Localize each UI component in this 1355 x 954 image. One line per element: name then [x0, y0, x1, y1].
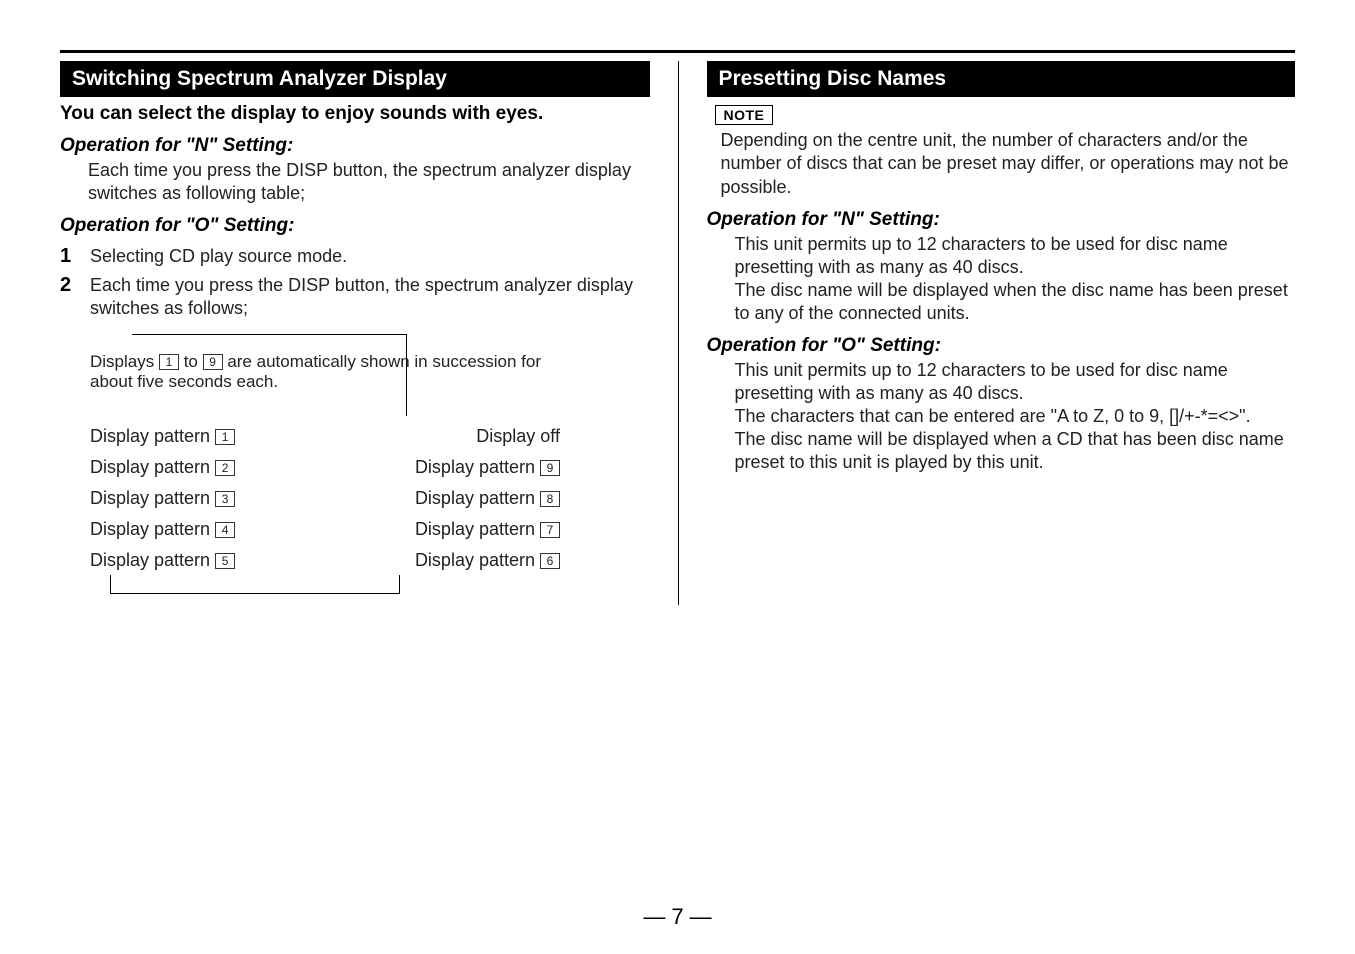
flow-cell-right: Display pattern 9	[415, 457, 560, 478]
flow-intro-pre: Displays	[90, 352, 159, 371]
flow-cell-right: Display pattern 8	[415, 488, 560, 509]
step-number: 2	[60, 274, 76, 297]
left-op-n-body: Each time you press the DISP button, the…	[88, 159, 650, 205]
boxed-number: 9	[540, 460, 560, 476]
boxed-number: 8	[540, 491, 560, 507]
step: 1 Selecting CD play source mode.	[60, 245, 650, 268]
boxed-number: 9	[203, 354, 223, 370]
flow-label: Display pattern	[90, 426, 215, 446]
flow-cell-left: Display pattern 4	[90, 519, 235, 540]
flow-cell-left: Display pattern 1	[90, 426, 235, 447]
right-op-n-heading: Operation for "N" Setting:	[707, 209, 1296, 231]
dash-icon: —	[637, 904, 671, 929]
flow-intro-wrap: Displays 1 to 9 are automatically shown …	[90, 338, 560, 416]
flow-label: Display pattern	[415, 457, 540, 477]
flow-label: Display pattern	[415, 550, 540, 570]
right-section-title: Presetting Disc Names	[707, 61, 1296, 97]
flow-label: Display pattern	[415, 519, 540, 539]
flow-diagram: Displays 1 to 9 are automatically shown …	[90, 338, 560, 605]
flow-row: Display pattern 5 Display pattern 6	[90, 550, 560, 571]
flow-label: Display pattern	[90, 519, 215, 539]
flow-label: Display pattern	[415, 488, 540, 508]
flow-cell-right: Display pattern 6	[415, 550, 560, 571]
left-op-o-heading: Operation for "O" Setting:	[60, 215, 650, 237]
boxed-number: 5	[215, 553, 235, 569]
flow-cell-left: Display pattern 2	[90, 457, 235, 478]
left-column: Switching Spectrum Analyzer Display You …	[60, 61, 678, 605]
flow-cell-left: Display pattern 5	[90, 550, 235, 571]
left-lead: You can select the display to enjoy soun…	[60, 103, 650, 125]
flow-cell-right: Display pattern 7	[415, 519, 560, 540]
flow-row: Display pattern 4 Display pattern 7	[90, 519, 560, 540]
flow-intro: Displays 1 to 9 are automatically shown …	[90, 352, 560, 392]
right-op-o-heading: Operation for "O" Setting:	[707, 335, 1296, 357]
step: 2 Each time you press the DISP button, t…	[60, 274, 650, 320]
columns: Switching Spectrum Analyzer Display You …	[60, 61, 1295, 605]
flow-label: Display pattern	[90, 550, 215, 570]
boxed-number: 2	[215, 460, 235, 476]
flow-row: Display pattern 3 Display pattern 8	[90, 488, 560, 509]
boxed-number: 1	[159, 354, 179, 370]
right-column: Presetting Disc Names NOTE Depending on …	[678, 61, 1296, 605]
dash-icon: —	[684, 904, 718, 929]
step-text: Each time you press the DISP button, the…	[90, 274, 650, 320]
step-text: Selecting CD play source mode.	[90, 245, 347, 268]
boxed-number: 6	[540, 553, 560, 569]
flow-cell-right: Display off	[476, 426, 560, 447]
left-section-title: Switching Spectrum Analyzer Display	[60, 61, 650, 97]
top-rule	[60, 50, 1295, 53]
boxed-number: 1	[215, 429, 235, 445]
boxed-number: 7	[540, 522, 560, 538]
right-op-o-body: This unit permits up to 12 characters to…	[735, 359, 1296, 474]
flow-bottom-connector	[90, 581, 560, 605]
page-number: —7—	[0, 904, 1355, 930]
boxed-number: 3	[215, 491, 235, 507]
flow-intro-mid: to	[179, 352, 203, 371]
page-number-value: 7	[671, 904, 683, 929]
flow-label: Display pattern	[90, 457, 215, 477]
flow-row: Display pattern 2 Display pattern 9	[90, 457, 560, 478]
left-op-n-heading: Operation for "N" Setting:	[60, 135, 650, 157]
right-op-n-body: This unit permits up to 12 characters to…	[735, 233, 1296, 325]
boxed-number: 4	[215, 522, 235, 538]
flow-label: Display pattern	[90, 488, 215, 508]
note-body: Depending on the centre unit, the number…	[721, 129, 1296, 199]
step-number: 1	[60, 245, 76, 268]
page: Switching Spectrum Analyzer Display You …	[0, 0, 1355, 954]
left-steps: 1 Selecting CD play source mode. 2 Each …	[60, 245, 650, 320]
note-label: NOTE	[715, 105, 774, 125]
flow-row: Display pattern 1 Display off	[90, 426, 560, 447]
flow-label: Display off	[476, 426, 560, 446]
flow-cell-left: Display pattern 3	[90, 488, 235, 509]
